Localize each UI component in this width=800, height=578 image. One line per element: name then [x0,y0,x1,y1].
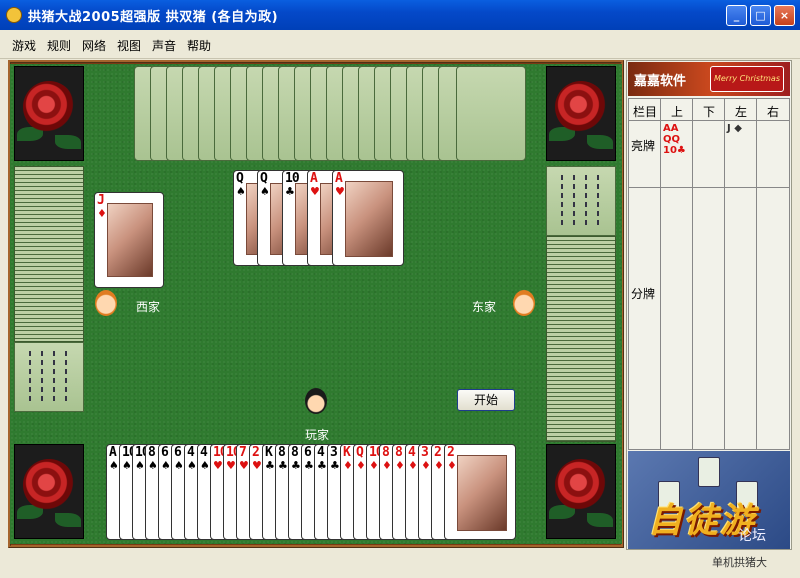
close-button[interactable]: × [774,5,795,26]
start-button[interactable]: 开始 [457,389,515,411]
row-label-shown: 亮牌 [631,139,656,153]
title-bar[interactable]: 拱猪大战2005超强版 拱双猪 (各自为政) _ □ × [0,0,800,30]
west-card-face [14,342,84,412]
east-player-hand [546,236,616,442]
col-header: 栏目 [632,105,657,119]
status-text: 单机拱猪大 [712,556,767,569]
brand-name: 嘉嘉软件 [634,74,687,89]
menu-rules[interactable]: 规则 [47,37,71,54]
col-header: 上 [670,105,683,119]
minimize-button[interactable]: _ [726,5,747,26]
app-icon[interactable] [6,7,22,23]
score-table: 栏目 上 下 左 右 亮牌 分牌 AA QQ 10♣ J ◆ [628,98,790,450]
shown-up-cards: AA QQ 10♣ [663,123,686,156]
east-avatar [513,290,535,316]
player-label: 玩家 [305,428,330,442]
player-avatar [305,388,327,414]
west-avatar [95,290,117,316]
corner-rose-top-right [546,66,616,161]
col-header: 下 [702,105,715,119]
ad-image: 自徒游 论坛 [628,451,790,549]
menu-bar: 游戏 规则 网络 视图 声音 帮助 [0,30,800,59]
menu-network[interactable]: 网络 [82,37,106,54]
col-header: 右 [766,105,779,119]
hand-card[interactable]: 2 ♦ [444,444,516,540]
brand-banner: 嘉嘉软件 Merry Christmas [628,62,790,96]
menu-sound[interactable]: 声音 [152,37,176,54]
west-label: 西家 [136,300,161,314]
xmas-badge: Merry Christmas [710,66,784,92]
window-title: 拱猪大战2005超强版 拱双猪 (各自为政) [28,10,279,25]
east-card-face [546,166,616,236]
bottom-bar [0,550,800,578]
watermark: 论坛 [738,528,766,544]
corner-rose-top-left [14,66,84,161]
maximize-button[interactable]: □ [750,5,771,26]
row-label-points: 分牌 [631,287,656,301]
menu-view[interactable]: 视图 [117,37,141,54]
west-played-card: J ♦ [94,192,164,288]
corner-rose-bottom-right [546,444,616,539]
col-header: 左 [734,105,747,119]
info-panel: 嘉嘉软件 Merry Christmas 栏目 上 下 左 右 亮牌 分牌 AA… [626,60,792,550]
west-player-hand [14,166,84,342]
east-label: 东家 [472,300,497,314]
card-back [456,66,526,161]
shown-left-card: J ◆ [727,123,742,134]
corner-rose-bottom-left [14,444,84,539]
menu-game[interactable]: 游戏 [12,37,36,54]
menu-help[interactable]: 帮助 [187,37,211,54]
table-card: A ♥ [332,170,404,266]
